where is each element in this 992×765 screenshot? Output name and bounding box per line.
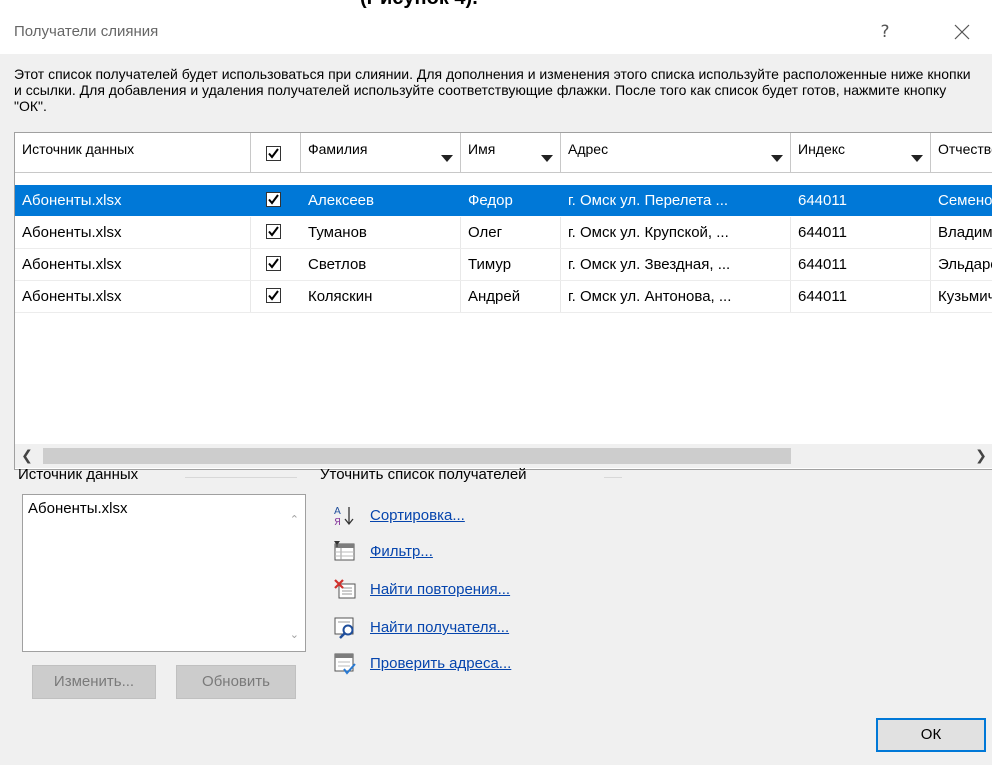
cell-lastname: Туманов: [301, 217, 461, 248]
close-button[interactable]: [946, 16, 978, 48]
cell-patronymic: Кузьмич: [931, 281, 992, 312]
divider: [604, 477, 622, 478]
svg-text:Я: Я: [334, 517, 341, 528]
find-duplicates-link[interactable]: Найти повторения...: [370, 581, 510, 598]
edit-button[interactable]: Изменить...: [32, 665, 156, 699]
validate-addresses-icon: [334, 653, 356, 675]
recipients-grid[interactable]: Источник данных Фамилия Имя Адрес Индекс…: [14, 132, 992, 470]
column-header-index[interactable]: Индекс: [791, 133, 931, 173]
cell-address: г. Омск ул. Перелета ...: [568, 192, 729, 209]
page-fragment: (Рисунок 4).: [0, 0, 992, 10]
cell-lastname: Алексеев: [308, 192, 374, 209]
cell-firstname: Андрей: [461, 281, 561, 312]
filter-link[interactable]: Фильтр...: [370, 543, 433, 560]
find-recipient-icon: [334, 617, 354, 639]
column-header-address-label: Адрес: [568, 141, 609, 157]
scroll-down-icon[interactable]: ⌄: [290, 628, 299, 641]
help-button[interactable]: ?: [870, 19, 900, 45]
checkmark-icon: [268, 194, 279, 205]
column-header-check[interactable]: [251, 133, 301, 173]
cell-index: 644011: [791, 217, 931, 248]
row-checkbox[interactable]: [266, 256, 281, 271]
divider: [185, 477, 297, 478]
svg-text:A: A: [334, 506, 341, 517]
row-checkbox[interactable]: [266, 192, 281, 207]
find-duplicates-icon: [334, 579, 356, 599]
column-header-index-label: Индекс: [798, 141, 846, 157]
cell-patronymic: Семенович: [938, 192, 992, 209]
cell-address: г. Омск ул. Крупской, ...: [561, 217, 791, 248]
filter-icon: [334, 541, 355, 561]
cell-lastname: Светлов: [301, 249, 461, 280]
lastname-dropdown-icon[interactable]: [441, 155, 453, 162]
data-source-section-title: Источник данных: [18, 466, 139, 483]
table-row[interactable]: Абоненты.xlsx Светлов Тимур г. Омск ул. …: [15, 249, 992, 281]
column-header-lastname[interactable]: Фамилия: [301, 133, 461, 173]
table-row[interactable]: Абоненты.xlsx Коляскин Андрей г. Омск ул…: [15, 281, 992, 313]
horizontal-scrollbar[interactable]: ❮ ❯: [15, 444, 992, 468]
validate-addresses-link[interactable]: Проверить адреса...: [370, 655, 511, 672]
cell-patronymic: Владимирович: [931, 217, 992, 248]
scroll-right-icon[interactable]: ❯: [969, 444, 992, 468]
cell-address: г. Омск ул. Звездная, ...: [561, 249, 791, 280]
refine-section-title: Уточнить список получателей: [320, 466, 527, 483]
title-bar: Получатели слияния ?: [0, 10, 992, 54]
cell-lastname: Коляскин: [301, 281, 461, 312]
checkmark-icon: [268, 226, 279, 237]
cell-index: 644011: [791, 281, 931, 312]
address-dropdown-icon[interactable]: [771, 155, 783, 162]
firstname-dropdown-icon[interactable]: [541, 155, 553, 162]
find-recipient-link[interactable]: Найти получателя...: [370, 619, 509, 636]
table-row[interactable]: Абоненты.xlsx Алексеев Федор г. Омск ул.…: [15, 185, 992, 216]
column-header-firstname[interactable]: Имя: [461, 133, 561, 173]
mail-merge-recipients-dialog: Получатели слияния ? Этот список получат…: [0, 10, 992, 765]
cell-index: 644011: [798, 192, 847, 209]
cell-firstname: Олег: [461, 217, 561, 248]
sort-az-icon: A Я: [334, 506, 354, 528]
checkmark-icon: [268, 290, 279, 301]
close-icon: [954, 24, 970, 40]
dialog-title: Получатели слияния: [14, 23, 159, 40]
row-checkbox[interactable]: [266, 224, 281, 239]
data-source-item[interactable]: Абоненты.xlsx: [28, 500, 128, 517]
index-dropdown-icon[interactable]: [911, 155, 923, 162]
column-header-address[interactable]: Адрес: [561, 133, 791, 173]
column-header-source[interactable]: Источник данных: [15, 133, 251, 173]
column-header-patronymic-label: Отчество: [938, 141, 992, 157]
ok-button[interactable]: ОК: [876, 718, 986, 752]
cell-firstname: Тимур: [461, 249, 561, 280]
cell-source: Абоненты.xlsx: [15, 217, 251, 248]
intro-text: Этот список получателей будет использова…: [14, 66, 971, 114]
column-header-source-label: Источник данных: [22, 141, 135, 157]
column-header-lastname-label: Фамилия: [308, 141, 368, 157]
cell-address: г. Омск ул. Антонова, ...: [561, 281, 791, 312]
cell-source: Абоненты.xlsx: [15, 249, 251, 280]
checkmark-icon: [268, 148, 279, 159]
page-fragment-text: (Рисунок 4).: [360, 0, 478, 10]
cell-source: Абоненты.xlsx: [15, 281, 251, 312]
row-checkbox[interactable]: [266, 288, 281, 303]
select-all-checkbox[interactable]: [266, 146, 281, 161]
table-row[interactable]: Абоненты.xlsx Туманов Олег г. Омск ул. К…: [15, 217, 992, 249]
scroll-up-icon[interactable]: ⌃: [290, 513, 299, 526]
refresh-button[interactable]: Обновить: [176, 665, 296, 699]
scroll-left-icon[interactable]: ❮: [15, 444, 39, 468]
sort-link[interactable]: Сортировка...: [370, 507, 465, 524]
scrollbar-thumb[interactable]: [43, 448, 791, 464]
checkmark-icon: [268, 258, 279, 269]
column-header-patronymic[interactable]: Отчество: [931, 133, 992, 173]
data-source-list[interactable]: Абоненты.xlsx ⌃ ⌄: [22, 494, 306, 652]
cell-index: 644011: [791, 249, 931, 280]
cell-firstname: Федор: [468, 192, 513, 209]
cell-patronymic: Эльдарович: [931, 249, 992, 280]
column-header-firstname-label: Имя: [468, 141, 496, 157]
cell-source: Абоненты.xlsx: [22, 192, 122, 209]
